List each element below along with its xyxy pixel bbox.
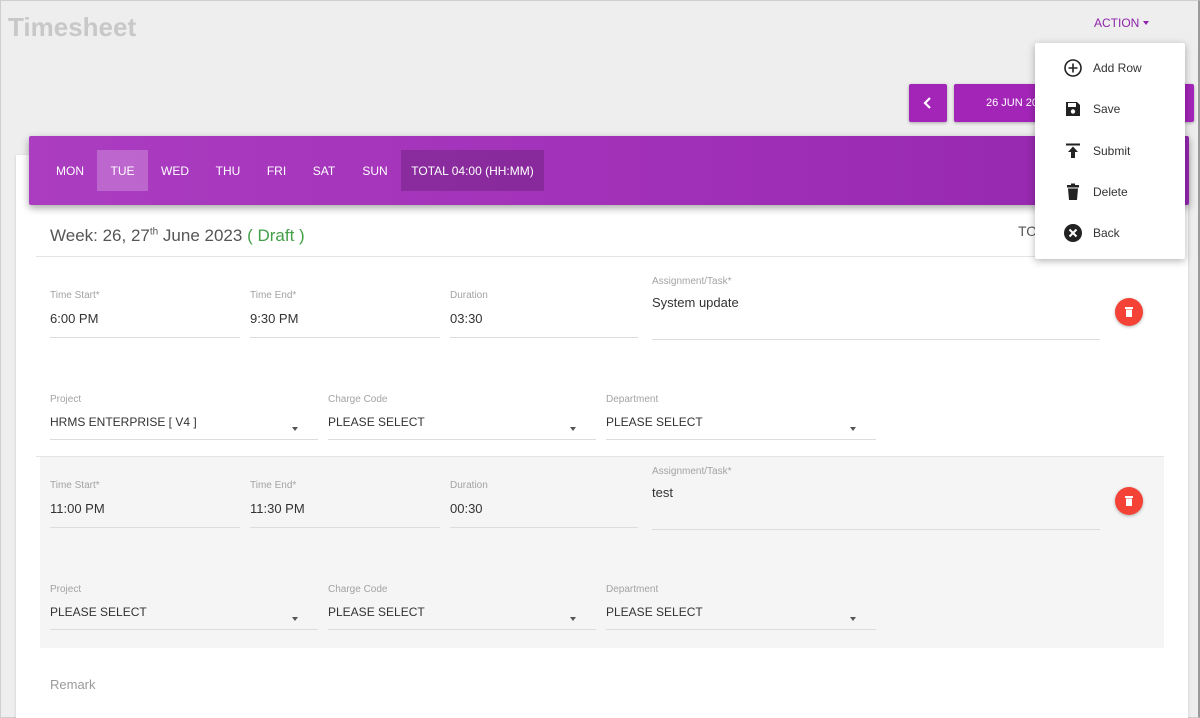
charge-code-select[interactable]: Charge Code PLEASE SELECT bbox=[328, 584, 596, 630]
field-label: Department bbox=[606, 584, 659, 595]
field-label: Time End* bbox=[250, 480, 297, 491]
project-select[interactable]: Project HRMS ENTERPRISE [ V4 ] bbox=[50, 394, 318, 440]
action-label: ACTION bbox=[1094, 16, 1140, 30]
caret-down-icon bbox=[850, 617, 856, 621]
caret-down-icon bbox=[850, 427, 856, 431]
assignment-field[interactable]: Assignment/Task* System update bbox=[652, 276, 1100, 340]
project-value: PLEASE SELECT bbox=[50, 605, 147, 619]
duration-value: 03:30 bbox=[450, 311, 483, 326]
page-title: Timesheet bbox=[8, 12, 137, 42]
menu-item-submit[interactable]: Submit bbox=[1035, 133, 1185, 169]
tab-mon[interactable]: MON bbox=[44, 150, 96, 191]
field-label: Assignment/Task* bbox=[652, 276, 732, 287]
menu-item-back[interactable]: Back bbox=[1035, 215, 1185, 251]
time-end-field[interactable]: Time End* 9:30 PM bbox=[250, 290, 440, 338]
total-hours: TOTAL 04:00 (HH:MM) bbox=[401, 150, 544, 191]
department-select[interactable]: Department PLEASE SELECT bbox=[606, 584, 876, 630]
field-label: Time End* bbox=[250, 290, 297, 301]
trash-icon bbox=[1067, 183, 1079, 200]
department-select[interactable]: Department PLEASE SELECT bbox=[606, 394, 876, 440]
field-label: Charge Code bbox=[328, 584, 388, 595]
menu-item-label: Delete bbox=[1093, 185, 1128, 199]
delete-row-button[interactable] bbox=[1115, 298, 1143, 326]
time-start-field[interactable]: Time Start* 6:00 PM bbox=[50, 290, 240, 338]
field-label: Assignment/Task* bbox=[652, 466, 732, 477]
project-value: HRMS ENTERPRISE [ V4 ] bbox=[50, 415, 197, 429]
tab-tue[interactable]: TUE bbox=[97, 150, 148, 191]
time-end-value: 11:30 PM bbox=[250, 501, 305, 516]
caret-down-icon bbox=[292, 427, 298, 431]
trash-icon bbox=[1125, 307, 1133, 317]
department-value: PLEASE SELECT bbox=[606, 415, 703, 429]
field-label: Duration bbox=[450, 290, 488, 301]
field-label: Charge Code bbox=[328, 394, 388, 405]
remark-label: Remark bbox=[50, 677, 96, 692]
divider bbox=[36, 256, 1164, 257]
save-icon bbox=[1066, 102, 1080, 116]
caret-down-icon bbox=[292, 617, 298, 621]
week-heading: Week: 26, 27th June 2023 ( Draft ) bbox=[50, 226, 305, 246]
action-menu: Add Row Save Submit Delete Back bbox=[1035, 43, 1185, 259]
duration-value: 00:30 bbox=[450, 501, 483, 516]
duration-field: Duration 00:30 bbox=[450, 480, 638, 528]
field-label: Department bbox=[606, 394, 659, 405]
caret-down-icon bbox=[1143, 21, 1150, 25]
duration-field: Duration 03:30 bbox=[450, 290, 638, 338]
menu-item-add-row[interactable]: Add Row bbox=[1035, 50, 1185, 86]
project-select[interactable]: Project PLEASE SELECT bbox=[50, 584, 318, 630]
delete-row-button[interactable] bbox=[1115, 487, 1143, 515]
assignment-field[interactable]: Assignment/Task* test bbox=[652, 466, 1100, 530]
menu-item-label: Save bbox=[1093, 102, 1121, 116]
tab-sat[interactable]: SAT bbox=[299, 150, 349, 191]
menu-item-save[interactable]: Save bbox=[1035, 91, 1185, 127]
chevron-left-icon bbox=[923, 97, 931, 109]
menu-item-delete[interactable]: Delete bbox=[1035, 174, 1185, 210]
time-end-field[interactable]: Time End* 11:30 PM bbox=[250, 480, 440, 528]
time-start-value: 11:00 PM bbox=[50, 501, 105, 516]
caret-down-icon bbox=[570, 427, 576, 431]
week-ordinal: th bbox=[149, 226, 159, 238]
tab-sun[interactable]: SUN bbox=[350, 150, 400, 191]
time-end-value: 9:30 PM bbox=[250, 311, 299, 326]
entry-row: Time Start* 6:00 PM Time End* 9:30 PM Du… bbox=[40, 262, 1164, 454]
field-label: Duration bbox=[450, 480, 488, 491]
day-tabs: MON TUE WED THU FRI SAT SUN TOTAL 04:00 … bbox=[29, 136, 1189, 205]
field-label: Time Start* bbox=[50, 290, 100, 301]
field-label: Time Start* bbox=[50, 480, 100, 491]
week-month: June 2023 bbox=[158, 226, 248, 245]
charge-code-value: PLEASE SELECT bbox=[328, 415, 425, 429]
caret-down-icon bbox=[570, 617, 576, 621]
time-start-value: 6:00 PM bbox=[50, 311, 99, 326]
tab-fri[interactable]: FRI bbox=[255, 150, 298, 191]
tab-thu[interactable]: THU bbox=[202, 150, 254, 191]
time-start-field[interactable]: Time Start* 11:00 PM bbox=[50, 480, 240, 528]
assignment-value: System update bbox=[652, 295, 739, 310]
charge-code-select[interactable]: Charge Code PLEASE SELECT bbox=[328, 394, 596, 440]
assignment-value: test bbox=[652, 485, 673, 500]
menu-item-label: Add Row bbox=[1093, 61, 1142, 75]
charge-code-value: PLEASE SELECT bbox=[328, 605, 425, 619]
field-label: Project bbox=[50, 584, 82, 595]
trash-icon bbox=[1125, 496, 1133, 506]
menu-item-label: Back bbox=[1093, 226, 1120, 240]
close-circle-icon bbox=[1064, 224, 1082, 242]
add-circle-icon bbox=[1064, 59, 1082, 77]
action-button[interactable]: ACTION bbox=[1094, 14, 1164, 32]
upload-icon bbox=[1066, 143, 1080, 158]
week-prefix: Week: 26, 27 bbox=[50, 226, 150, 245]
prev-week-button[interactable] bbox=[909, 84, 947, 122]
department-value: PLEASE SELECT bbox=[606, 605, 703, 619]
entry-row: Time Start* 11:00 PM Time End* 11:30 PM … bbox=[40, 457, 1164, 648]
menu-item-label: Submit bbox=[1093, 144, 1131, 158]
field-label: Project bbox=[50, 394, 82, 405]
status-badge: ( Draft ) bbox=[247, 226, 305, 245]
tab-wed[interactable]: WED bbox=[149, 150, 201, 191]
